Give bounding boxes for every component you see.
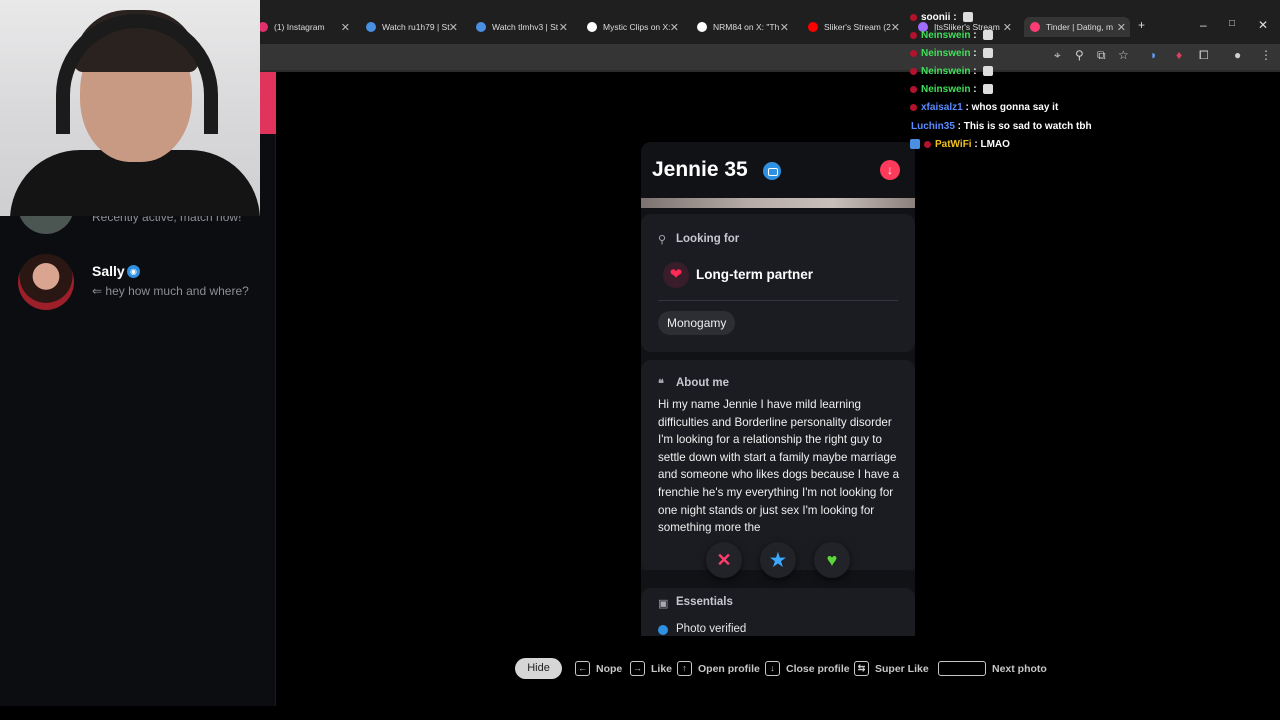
avatar[interactable] xyxy=(18,254,74,310)
section-heading: About me xyxy=(676,377,730,389)
id-card-icon: ▣ xyxy=(658,598,669,610)
install-app-icon[interactable]: ⧉ xyxy=(1097,48,1106,63)
close-profile-arrow-icon[interactable]: ↓ xyxy=(880,160,900,180)
profile-avatar-icon[interactable]: ● xyxy=(1234,48,1241,62)
shortcut-super-like: ⇆ Super Like xyxy=(854,661,929,676)
quote-icon: ❝ xyxy=(658,378,664,390)
chat-message: Neinswein : xyxy=(910,47,994,60)
headset xyxy=(56,14,218,134)
relationship-type-chip: Monogamy xyxy=(658,311,736,335)
heart-emoji-icon: ❤ xyxy=(663,262,689,288)
badge-icon xyxy=(910,31,917,39)
badge-icon xyxy=(924,140,931,148)
last-message-preview: ⇐ hey how much and where? xyxy=(92,284,249,298)
hide-shortcuts-button[interactable]: Hide xyxy=(515,658,562,679)
down-arrow-key-icon: ↓ xyxy=(765,661,780,676)
profile-photo[interactable] xyxy=(641,198,915,208)
youtube-icon xyxy=(808,22,818,32)
badge-icon xyxy=(910,85,917,93)
chat-message: Neinswein : xyxy=(910,65,994,78)
new-tab-button[interactable]: + xyxy=(1138,18,1145,32)
badge-icon xyxy=(910,139,920,150)
overlay-accent-strip xyxy=(260,72,276,134)
x-logo-icon xyxy=(587,22,597,32)
badge-icon xyxy=(910,49,917,57)
up-arrow-key-icon: ↑ xyxy=(677,661,692,676)
emote-icon xyxy=(983,84,994,95)
zoom-icon[interactable]: ⚲ xyxy=(1075,48,1084,62)
webcam-overlay xyxy=(0,0,260,216)
match-name: Sally xyxy=(92,263,125,279)
close-tab-icon[interactable]: ✕ xyxy=(1003,21,1012,34)
tab-slikers-stream[interactable]: Sliker's Stream (2 ✕ xyxy=(808,17,904,37)
shortcut-nope: ← Nope xyxy=(575,661,622,676)
super-like-button[interactable]: ★ xyxy=(760,542,796,578)
enter-key-icon: ⇆ xyxy=(854,661,869,676)
left-arrow-key-icon: ← xyxy=(575,661,590,676)
chat-message: Neinswein : xyxy=(910,83,994,96)
minimize-button[interactable]: – xyxy=(1200,18,1207,32)
nope-button[interactable]: ✕ xyxy=(706,542,742,578)
close-window-button[interactable]: ✕ xyxy=(1258,18,1268,32)
maximize-button[interactable]: □ xyxy=(1229,18,1235,29)
bookmark-star-icon[interactable]: ☆ xyxy=(1118,48,1129,62)
badge-icon xyxy=(910,103,917,111)
close-tab-icon[interactable]: ✕ xyxy=(559,21,568,34)
close-tab-icon[interactable]: ✕ xyxy=(449,21,458,34)
tab-watch-ru1h79[interactable]: Watch ru1h79 | St ✕ xyxy=(366,17,462,37)
emote-icon xyxy=(963,12,974,23)
chat-message: PatWiFi : LMAO xyxy=(910,138,1010,151)
x-logo-icon xyxy=(697,22,707,32)
menu-kebab-icon[interactable]: ⋮ xyxy=(1260,48,1272,62)
tab-instagram[interactable]: (1) Instagram ✕ xyxy=(258,17,354,37)
close-tab-icon[interactable]: ✕ xyxy=(670,21,679,34)
close-tab-icon[interactable]: ✕ xyxy=(780,21,789,34)
tab-nrm84[interactable]: NRM84 on X: "Th ✕ xyxy=(697,17,793,37)
tab-watch-tlmhv3[interactable]: Watch tlmhv3 | St ✕ xyxy=(476,17,572,37)
photo-verified-badge-icon xyxy=(761,160,783,182)
extension-icon[interactable]: ◗ xyxy=(1150,48,1157,62)
emote-icon xyxy=(983,48,994,59)
chat-message: Luchin35 : This is so sad to watch tbh xyxy=(911,121,1092,132)
looking-for-value: Long-term partner xyxy=(696,267,814,282)
badge-icon xyxy=(910,67,917,75)
photo-verified-label: Photo verified xyxy=(676,623,747,635)
shortcut-like: → Like xyxy=(630,661,672,676)
divider xyxy=(658,300,898,301)
badge-icon xyxy=(910,13,917,21)
close-tab-icon[interactable]: ✕ xyxy=(891,21,900,34)
section-heading: Essentials xyxy=(676,596,733,608)
tab-mystic-clips[interactable]: Mystic Clips on X: ✕ xyxy=(587,17,683,37)
emote-icon xyxy=(983,66,994,77)
chat-message: xfaisalz1 : whos gonna say it xyxy=(910,101,1058,114)
verified-icon xyxy=(658,625,668,635)
chat-message: Neinswein : xyxy=(910,29,994,42)
tinder-flame-icon xyxy=(1030,22,1040,32)
profile-name-age: Jennie 35 xyxy=(652,158,748,181)
right-arrow-key-icon: → xyxy=(630,661,645,676)
verified-badge-icon: ◉ xyxy=(127,265,140,278)
shortcut-open-profile: ↑ Open profile xyxy=(677,661,760,676)
close-tab-icon[interactable]: ✕ xyxy=(1117,21,1126,34)
shortcut-next-photo: Next photo xyxy=(938,661,1047,676)
shortcut-close-profile: ↓ Close profile xyxy=(765,661,850,676)
like-button[interactable]: ♥ xyxy=(814,542,850,578)
section-heading: Looking for xyxy=(676,233,740,245)
emote-icon xyxy=(983,30,994,41)
search-icon: ⚲ xyxy=(658,234,667,246)
globe-icon xyxy=(366,22,376,32)
close-tab-icon[interactable]: ✕ xyxy=(341,21,350,34)
globe-icon xyxy=(476,22,486,32)
extension-icon[interactable]: ♦ xyxy=(1176,48,1182,62)
location-icon[interactable]: ⌖ xyxy=(1054,48,1061,63)
extensions-puzzle-icon[interactable]: ⧠ xyxy=(1199,48,1209,63)
tab-tinder[interactable]: Tinder | Dating, m ✕ xyxy=(1024,17,1130,37)
space-key-icon xyxy=(938,661,986,676)
chat-message: soonii : xyxy=(910,11,974,24)
